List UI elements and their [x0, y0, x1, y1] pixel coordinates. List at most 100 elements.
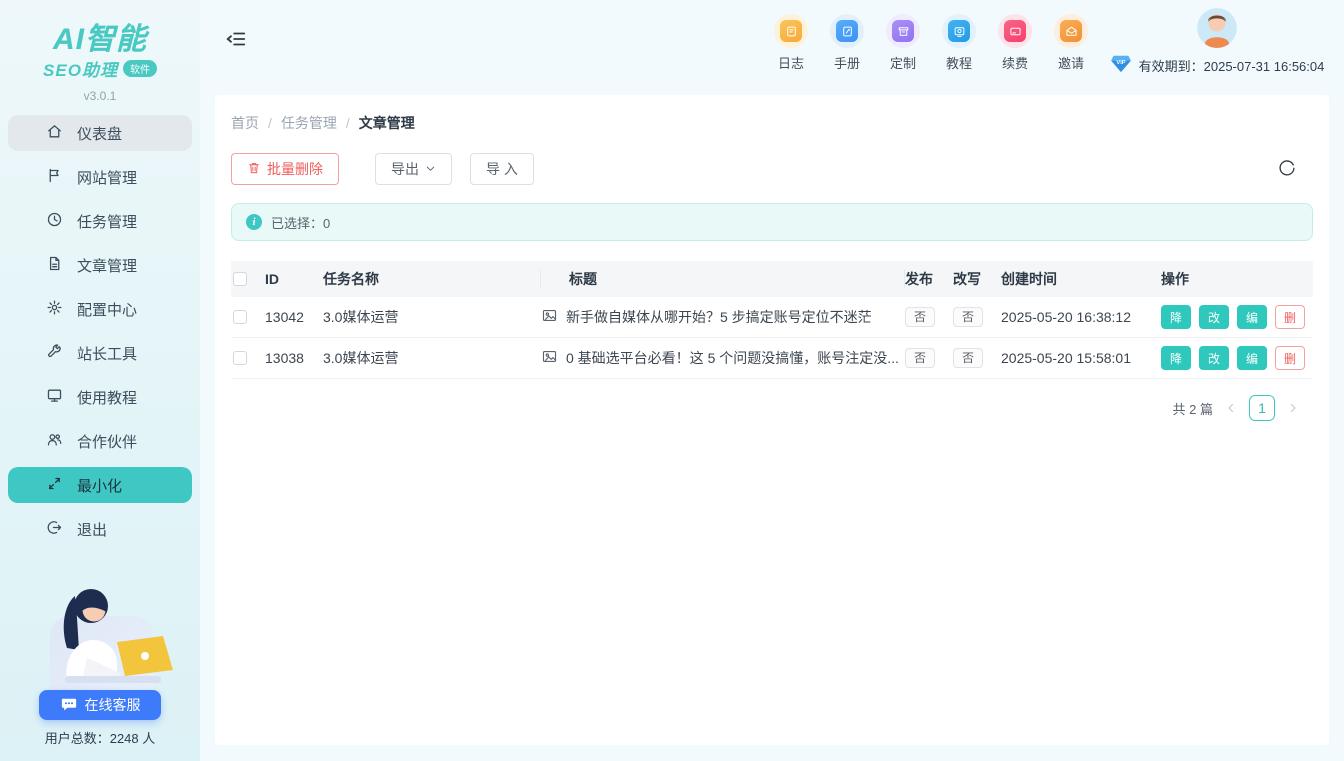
trash-icon [247, 161, 261, 178]
table-header: ID 任务名称 标题 发布 改写 创建时间 操作 [231, 261, 1313, 297]
quick-link-tutorial[interactable]: 教程 [940, 14, 978, 72]
select-all-checkbox[interactable] [233, 272, 247, 286]
page-number[interactable]: 1 [1249, 395, 1275, 421]
quick-link-invite[interactable]: 邀请 [1052, 14, 1090, 72]
sidebar-item-minimize[interactable]: 最小化 [8, 467, 192, 503]
sidebar-item-partners[interactable]: 合作伙伴 [8, 423, 192, 459]
clock-icon [46, 211, 63, 232]
demote-button[interactable]: 降 [1161, 346, 1191, 370]
cell-created-at: 2025-05-20 16:38:12 [1001, 309, 1161, 325]
column-header-publish: 发布 [905, 269, 953, 289]
quick-link-label: 续费 [1002, 53, 1028, 72]
rewrite-tag: 否 [953, 307, 983, 327]
cell-task-name: 3.0媒体运营 [323, 348, 541, 368]
document-icon [46, 255, 63, 276]
sidebar-menu: 仪表盘 网站管理 任务管理 文章管理 配置中心 站长工具 [0, 115, 200, 547]
content-card: 首页 / 任务管理 / 文章管理 批量删除 导出 导 入 [215, 95, 1329, 745]
topbar: 日志 手册 定制 教程 续费 [200, 0, 1344, 92]
next-page-icon[interactable] [1287, 402, 1299, 414]
delete-button[interactable]: 删 [1275, 346, 1305, 370]
sidebar-item-label: 配置中心 [77, 299, 137, 320]
custom-icon [886, 14, 920, 48]
monitor-icon [46, 387, 63, 408]
demote-button[interactable]: 降 [1161, 305, 1191, 329]
edit-button[interactable]: 编 [1237, 305, 1267, 329]
log-icon [774, 14, 808, 48]
wrench-icon [46, 343, 63, 364]
sidebar: AI智能 SEO助理 软件 v3.0.1 仪表盘 网站管理 任务管理 文 [0, 0, 200, 761]
online-service-label: 在线客服 [85, 695, 141, 715]
quick-link-manual[interactable]: 手册 [828, 14, 866, 72]
sidebar-item-webmaster-tools[interactable]: 站长工具 [8, 335, 192, 371]
online-service-button[interactable]: 在线客服 [39, 690, 161, 720]
rewrite-tag: 否 [953, 348, 983, 368]
sidebar-item-label: 退出 [77, 519, 107, 540]
publish-tag: 否 [905, 348, 935, 368]
sidebar-item-tutorials[interactable]: 使用教程 [8, 379, 192, 415]
breadcrumb-home[interactable]: 首页 [231, 113, 259, 133]
edit-button[interactable]: 编 [1237, 346, 1267, 370]
cell-task-name: 3.0媒体运营 [323, 307, 541, 327]
main-area: 日志 手册 定制 教程 续费 [200, 0, 1344, 761]
sidebar-item-articles[interactable]: 文章管理 [8, 247, 192, 283]
quick-link-custom[interactable]: 定制 [884, 14, 922, 72]
info-icon [246, 214, 262, 230]
cell-id: 13038 [265, 350, 323, 366]
invite-icon [1054, 14, 1088, 48]
prev-page-icon[interactable] [1225, 402, 1237, 414]
batch-delete-button[interactable]: 批量删除 [231, 153, 339, 185]
quick-link-label: 教程 [946, 53, 972, 72]
logout-icon [46, 519, 63, 540]
sidebar-item-label: 仪表盘 [77, 123, 122, 144]
sidebar-item-dashboard[interactable]: 仪表盘 [8, 115, 192, 151]
modify-button[interactable]: 改 [1199, 346, 1229, 370]
cell-title[interactable]: 新手做自媒体从哪开始？5 步搞定账号定位不迷茫 [566, 307, 872, 327]
breadcrumb-current: 文章管理 [359, 113, 415, 133]
import-button[interactable]: 导 入 [470, 153, 534, 185]
home-icon [46, 123, 63, 144]
renew-icon [998, 14, 1032, 48]
sidebar-item-tasks[interactable]: 任务管理 [8, 203, 192, 239]
quick-link-log[interactable]: 日志 [772, 14, 810, 72]
logo-badge: 软件 [123, 60, 157, 77]
delete-button[interactable]: 删 [1275, 305, 1305, 329]
column-header-actions: 操作 [1161, 269, 1313, 289]
chat-icon [60, 695, 78, 716]
sidebar-item-label: 站长工具 [77, 343, 137, 364]
sidebar-item-config[interactable]: 配置中心 [8, 291, 192, 327]
minimize-icon [46, 475, 63, 496]
pagination-total: 共 2 篇 [1173, 399, 1213, 418]
table-row: 13038 3.0媒体运营 0 基础选平台必看！这 5 个问题没搞懂，账号注定没… [231, 338, 1313, 379]
modify-button[interactable]: 改 [1199, 305, 1229, 329]
tutorial-icon [942, 14, 976, 48]
breadcrumb-section[interactable]: 任务管理 [281, 113, 337, 133]
users-total-text: 用户总数：2248 人 [0, 728, 200, 747]
quick-link-renew[interactable]: 续费 [996, 14, 1034, 72]
pagination: 共 2 篇 1 [231, 395, 1313, 421]
breadcrumb: 首页 / 任务管理 / 文章管理 [231, 95, 1313, 135]
sidebar-item-websites[interactable]: 网站管理 [8, 159, 192, 195]
collapse-sidebar-icon[interactable] [225, 28, 247, 50]
refresh-icon[interactable] [1277, 157, 1299, 179]
sidebar-item-label: 合作伙伴 [77, 431, 137, 452]
quick-links: 日志 手册 定制 教程 续费 [772, 14, 1090, 72]
quick-link-label: 邀请 [1058, 53, 1084, 72]
export-button[interactable]: 导出 [375, 153, 452, 185]
cell-title[interactable]: 0 基础选平台必看！这 5 个问题没搞懂，账号注定没... [566, 348, 899, 368]
image-icon [541, 307, 558, 327]
svg-text:VIP: VIP [1116, 60, 1125, 66]
export-label: 导出 [391, 159, 419, 179]
chevron-down-icon [425, 161, 436, 177]
avatar[interactable] [1197, 8, 1237, 48]
row-checkbox[interactable] [233, 351, 247, 365]
sidebar-item-logout[interactable]: 退出 [8, 511, 192, 547]
toolbar: 批量删除 导出 导 入 [231, 153, 1313, 185]
breadcrumb-separator: / [268, 115, 272, 131]
sidebar-item-label: 使用教程 [77, 387, 137, 408]
column-header-created-at: 创建时间 [1001, 269, 1161, 289]
column-header-rewrite: 改写 [953, 269, 1001, 289]
sidebar-item-label: 最小化 [77, 475, 122, 496]
manual-icon [830, 14, 864, 48]
row-checkbox[interactable] [233, 310, 247, 324]
import-label: 导 入 [486, 159, 518, 179]
